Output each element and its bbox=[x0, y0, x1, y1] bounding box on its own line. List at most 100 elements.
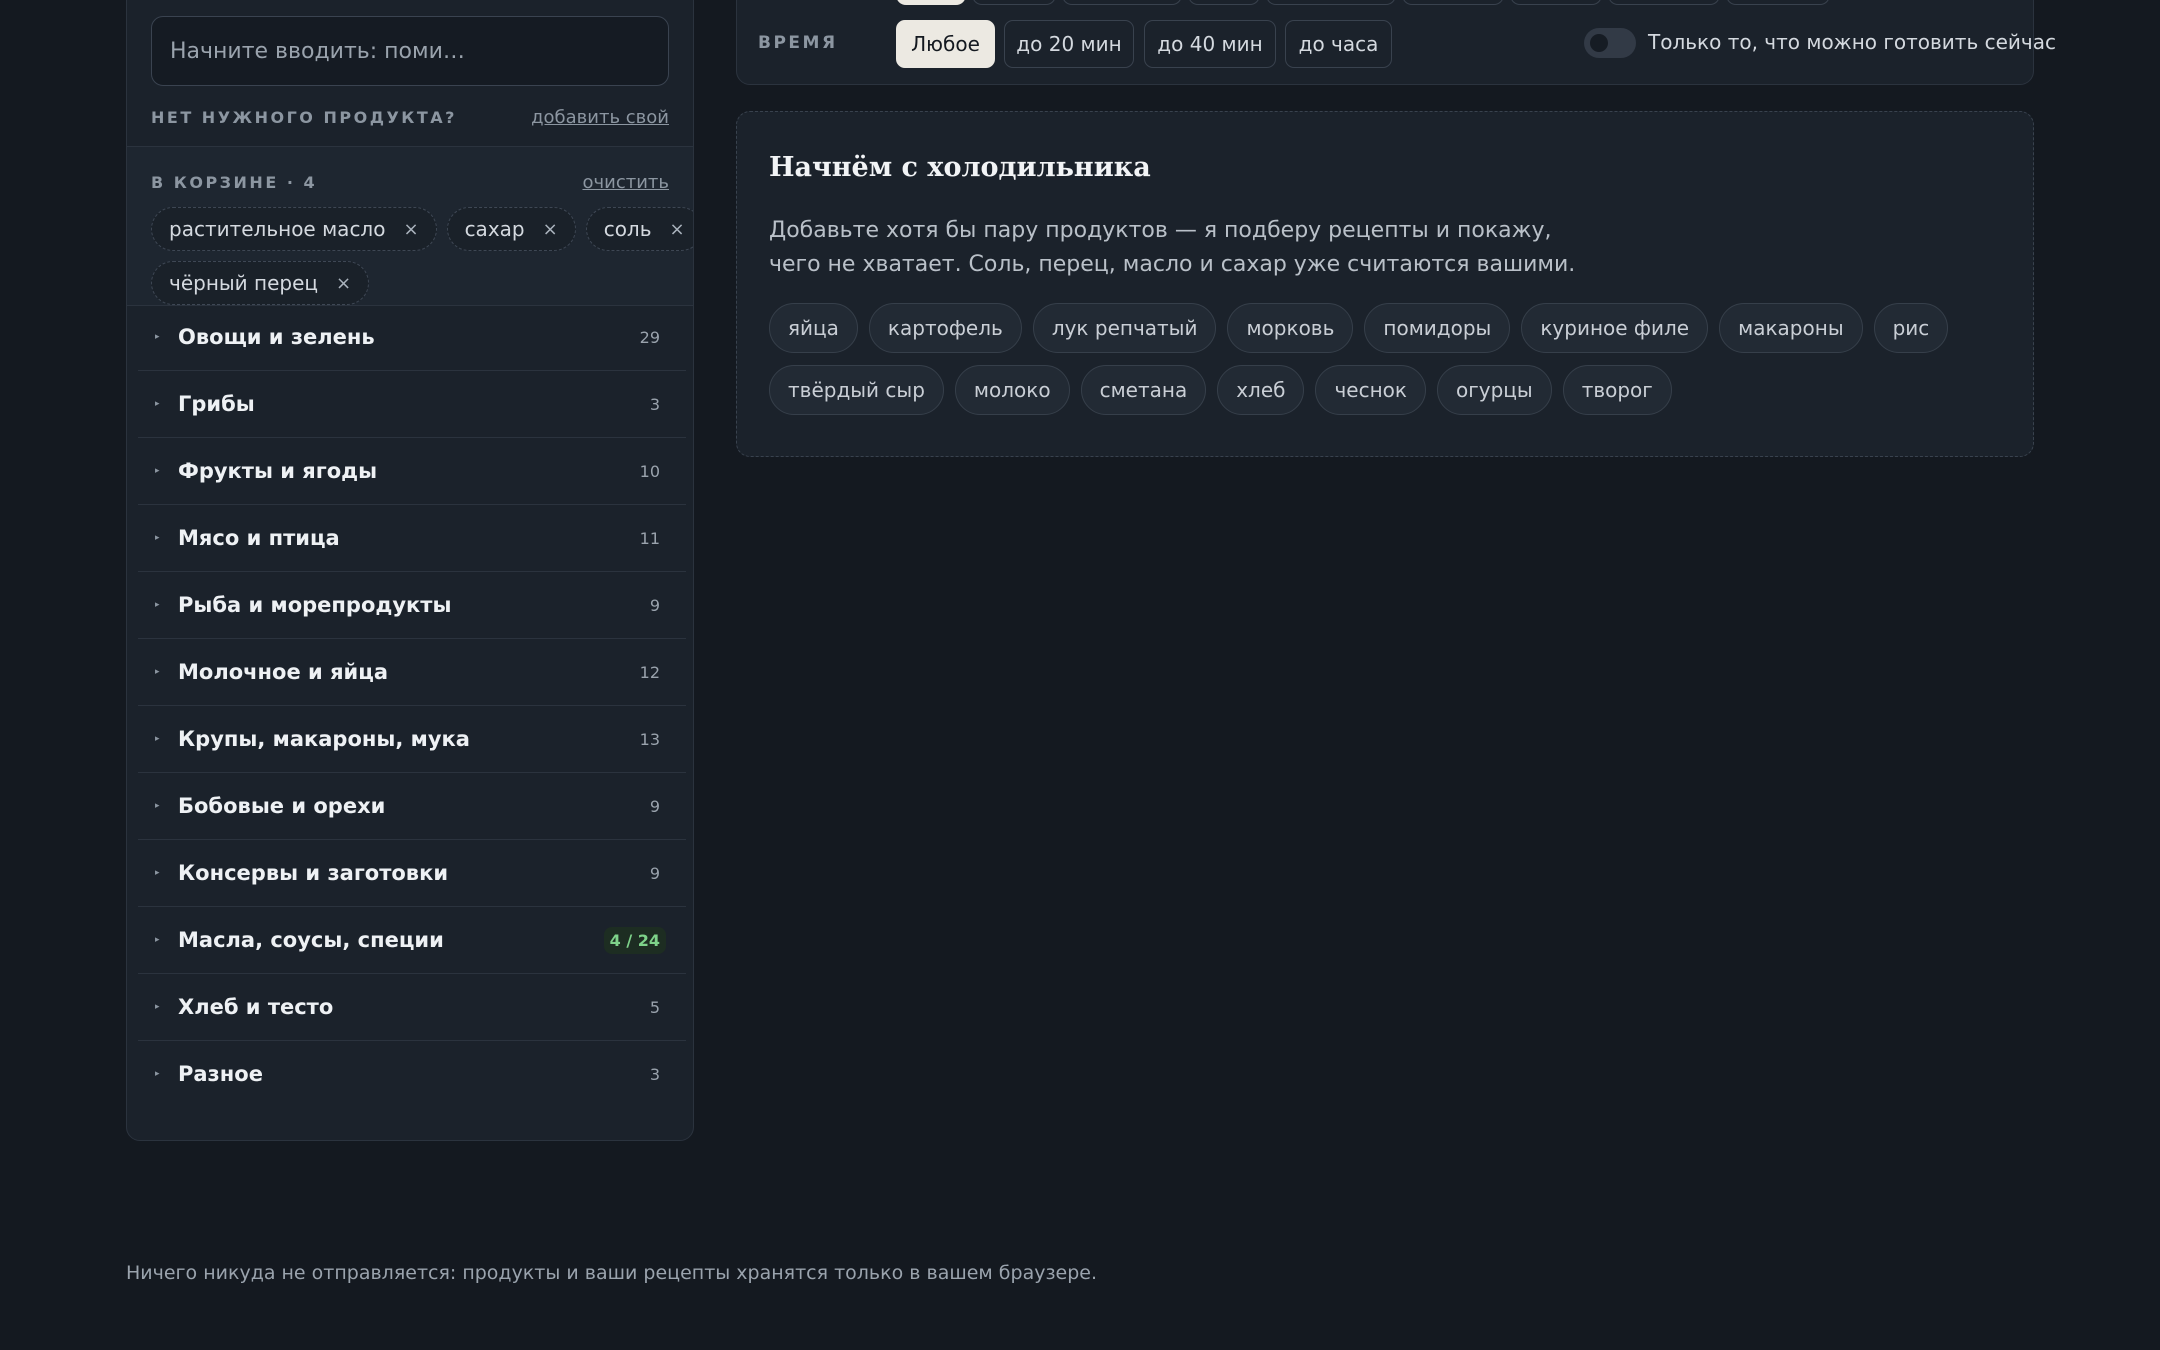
suggestion-chip[interactable]: сметана bbox=[1080, 365, 1207, 415]
category-name: Разное bbox=[178, 1062, 263, 1086]
category-count: 3 bbox=[649, 1064, 660, 1084]
category-count: 9 bbox=[649, 595, 660, 615]
suggestion-chip[interactable]: куриное филе bbox=[1521, 303, 1709, 353]
category-count: 9 bbox=[649, 863, 660, 883]
suggestion-chip[interactable]: яйца bbox=[769, 303, 858, 353]
cart-title: В КОРЗИНЕ · 4 bbox=[151, 172, 318, 192]
suggestion-chip[interactable]: огурцы bbox=[1437, 365, 1552, 415]
expand-triangle-icon: ▸ bbox=[155, 868, 160, 878]
filters-panel: ВРЕМЯ Любое до 20 мин до 40 мин до часа … bbox=[736, 0, 2056, 85]
time-hour-button[interactable]: до часа bbox=[1285, 20, 1392, 68]
filter-button-cutoff[interactable] bbox=[1726, 0, 1830, 5]
category-item[interactable]: ▸ Хлеб и тесто 5 bbox=[138, 974, 686, 1041]
expand-triangle-icon: ▸ bbox=[155, 734, 160, 744]
category-item[interactable]: ▸ Масла, соусы, специи 4 / 24 bbox=[138, 907, 686, 974]
expand-triangle-icon: ▸ bbox=[155, 801, 160, 811]
category-name: Молочное и яйца bbox=[178, 660, 388, 684]
expand-triangle-icon: ▸ bbox=[155, 1069, 160, 1079]
filter-button-cutoff[interactable] bbox=[1062, 0, 1182, 5]
suggestion-chip[interactable]: чеснок bbox=[1315, 365, 1426, 415]
cart-chip: чёрный перец × bbox=[151, 261, 370, 305]
expand-triangle-icon: ▸ bbox=[155, 1002, 160, 1012]
time-filter-label: ВРЕМЯ bbox=[758, 33, 838, 53]
category-item[interactable]: ▸ Мясо и птица 11 bbox=[138, 505, 686, 572]
remove-chip-icon[interactable]: × bbox=[403, 219, 418, 240]
remove-chip-icon[interactable]: × bbox=[336, 273, 351, 294]
category-item[interactable]: ▸ Грибы 3 bbox=[138, 371, 686, 438]
cart-chip: сахар × bbox=[446, 207, 576, 251]
missing-product-row: НЕТ НУЖНОГО ПРОДУКТА? добавить свой bbox=[151, 104, 669, 130]
empty-state-title: Начнём с холодильника bbox=[769, 152, 1151, 183]
clear-cart-link[interactable]: очистить bbox=[582, 172, 669, 193]
filter-button-cutoff[interactable] bbox=[1188, 0, 1260, 5]
category-count: 3 bbox=[649, 394, 660, 414]
filter-button-cutoff[interactable] bbox=[896, 0, 966, 5]
suggestions-row: твёрдый сыр молоко сметана хлеб чеснок о… bbox=[769, 365, 1672, 415]
expand-triangle-icon: ▸ bbox=[155, 399, 160, 409]
category-name: Масла, соусы, специи bbox=[178, 928, 444, 952]
suggestion-chip[interactable]: рис bbox=[1873, 303, 1949, 353]
category-name: Бобовые и орехи bbox=[178, 794, 386, 818]
filter-button-cutoff[interactable] bbox=[1510, 0, 1602, 5]
category-item[interactable]: ▸ Рыба и морепродукты 9 bbox=[138, 572, 686, 639]
toggle-knob bbox=[1590, 34, 1608, 52]
category-count: 5 bbox=[649, 997, 660, 1017]
remove-chip-icon[interactable]: × bbox=[543, 219, 558, 240]
filter-button-cutoff[interactable] bbox=[1266, 0, 1396, 5]
filter-button-cutoff[interactable] bbox=[972, 0, 1056, 5]
category-count: 10 bbox=[639, 461, 660, 481]
category-name: Хлеб и тесто bbox=[178, 995, 334, 1019]
category-name: Фрукты и ягоды bbox=[178, 459, 378, 483]
time-20-button[interactable]: до 20 мин bbox=[1004, 20, 1134, 68]
time-40-button[interactable]: до 40 мин bbox=[1144, 20, 1276, 68]
filter-button-cutoff[interactable] bbox=[1608, 0, 1720, 5]
cook-now-toggle[interactable] bbox=[1584, 28, 1636, 58]
category-item[interactable]: ▸ Разное 3 bbox=[138, 1041, 686, 1107]
category-item[interactable]: ▸ Крупы, макароны, мука 13 bbox=[138, 706, 686, 773]
cart-chip: растительное масло × bbox=[151, 207, 437, 251]
expand-triangle-icon: ▸ bbox=[155, 533, 160, 543]
ingredient-sidebar: Начните вводить: поми… НЕТ НУЖНОГО ПРОДУ… bbox=[126, 0, 694, 1141]
category-name: Овощи и зелень bbox=[178, 325, 375, 349]
category-list: ▸ Овощи и зелень 29 ▸ Грибы 3 ▸ Фрукты и… bbox=[138, 304, 686, 1107]
cart-chip-label: чёрный перец bbox=[169, 271, 319, 295]
privacy-footer-note: Ничего никуда не отправляется: продукты … bbox=[126, 1262, 1098, 1284]
category-item[interactable]: ▸ Овощи и зелень 29 bbox=[138, 304, 686, 371]
suggestion-chip[interactable]: творог bbox=[1562, 365, 1672, 415]
cart-chip-label: сахар bbox=[464, 217, 525, 241]
expand-triangle-icon: ▸ bbox=[155, 466, 160, 476]
suggestions-row: яйца картофель лук репчатый морковь поми… bbox=[769, 303, 1949, 353]
suggestion-chip[interactable]: молоко bbox=[954, 365, 1070, 415]
cart-chip-label: растительное масло bbox=[169, 217, 386, 241]
time-any-button[interactable]: Любое bbox=[896, 20, 995, 68]
category-name: Мясо и птица bbox=[178, 526, 340, 550]
category-item[interactable]: ▸ Фрукты и ягоды 10 bbox=[138, 438, 686, 505]
missing-product-label: НЕТ НУЖНОГО ПРОДУКТА? bbox=[151, 107, 457, 127]
suggestion-chip[interactable]: хлеб bbox=[1217, 365, 1305, 415]
category-count: 13 bbox=[639, 729, 660, 749]
filter-button-cutoff[interactable] bbox=[1402, 0, 1504, 5]
expand-triangle-icon: ▸ bbox=[155, 600, 160, 610]
category-item[interactable]: ▸ Молочное и яйца 12 bbox=[138, 639, 686, 706]
category-name: Рыба и морепродукты bbox=[178, 593, 452, 617]
suggestion-chip[interactable]: твёрдый сыр bbox=[769, 365, 944, 415]
category-count-selected: 4 / 24 bbox=[603, 926, 666, 954]
suggestion-chip[interactable]: картофель bbox=[868, 303, 1022, 353]
suggestion-chip[interactable]: помидоры bbox=[1364, 303, 1511, 353]
category-count: 29 bbox=[639, 327, 660, 347]
suggestion-chip[interactable]: макароны bbox=[1719, 303, 1863, 353]
category-name: Грибы bbox=[178, 392, 255, 416]
category-item[interactable]: ▸ Консервы и заготовки 9 bbox=[138, 840, 686, 907]
remove-chip-icon[interactable]: × bbox=[670, 219, 685, 240]
add-own-product-link[interactable]: добавить свой bbox=[531, 107, 669, 128]
empty-state-text: Добавьте хотя бы пару продуктов — я подб… bbox=[769, 218, 1576, 277]
category-name: Крупы, макароны, мука bbox=[178, 727, 470, 751]
ingredient-search-input[interactable]: Начните вводить: поми… bbox=[151, 16, 669, 86]
category-item[interactable]: ▸ Бобовые и орехи 9 bbox=[138, 773, 686, 840]
suggestion-chip[interactable]: лук репчатый bbox=[1032, 303, 1217, 353]
empty-state-card: Начнём с холодильника Добавьте хотя бы п… bbox=[736, 111, 2034, 457]
suggestion-chip[interactable]: морковь bbox=[1227, 303, 1354, 353]
expand-triangle-icon: ▸ bbox=[155, 935, 160, 945]
category-name: Консервы и заготовки bbox=[178, 861, 449, 885]
cook-now-toggle-label: Только то, что можно готовить сейчас bbox=[1648, 30, 2056, 54]
